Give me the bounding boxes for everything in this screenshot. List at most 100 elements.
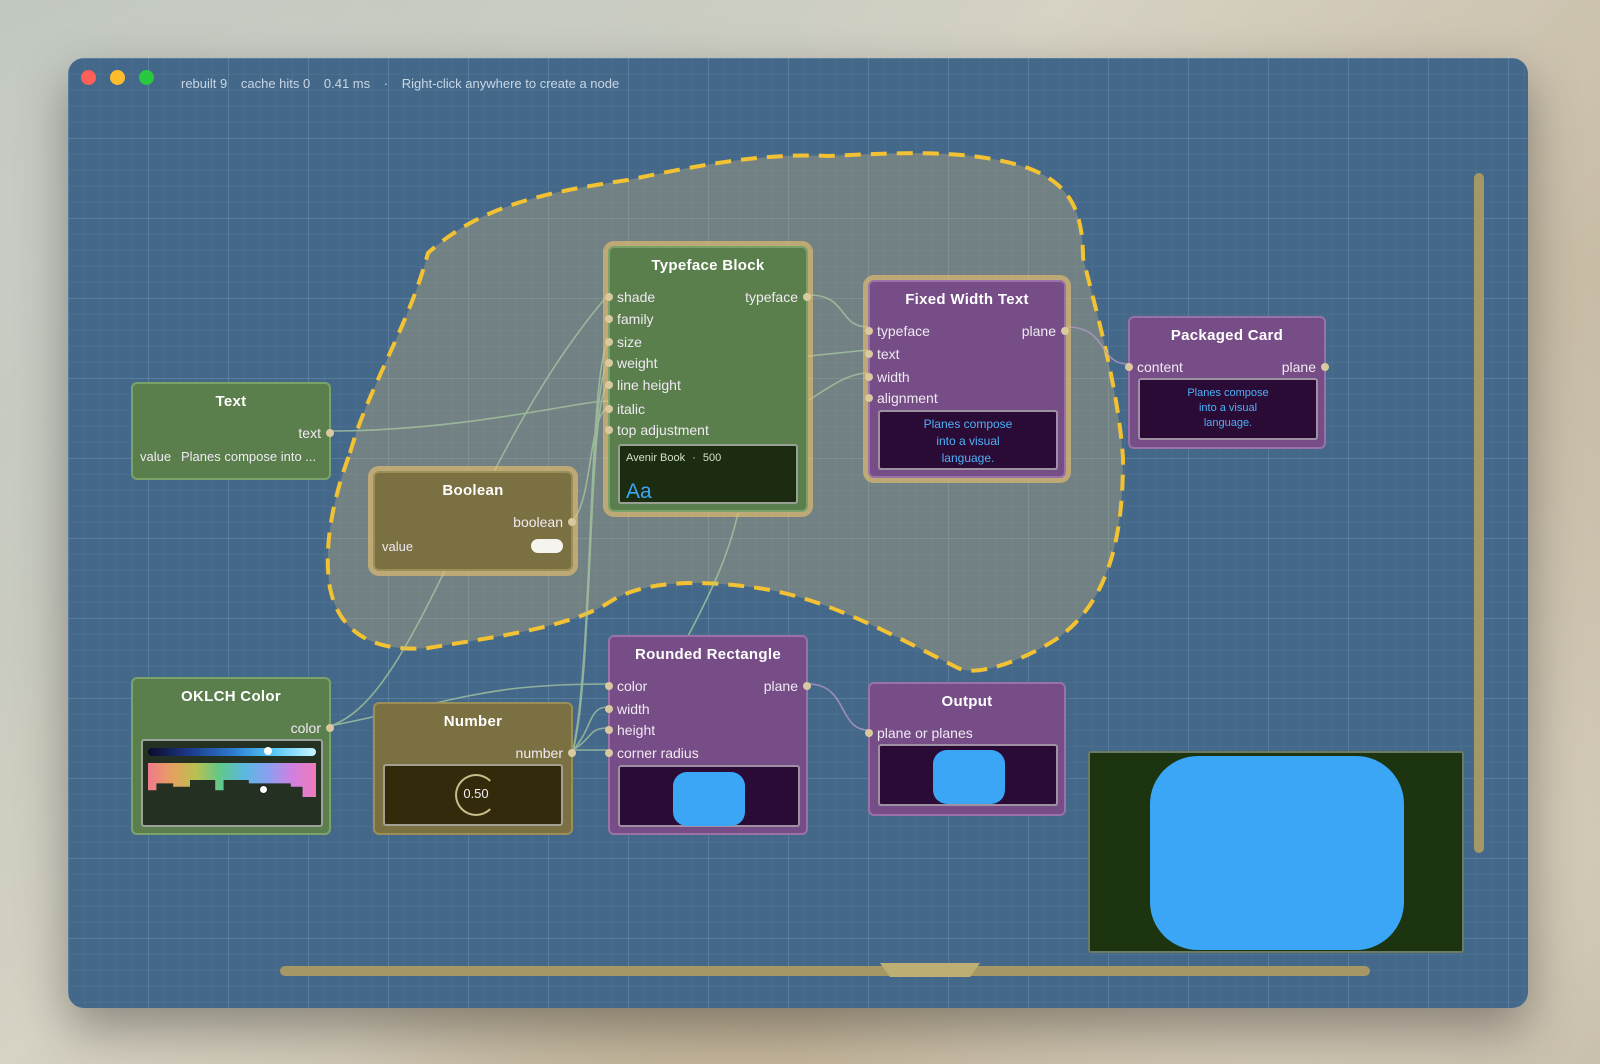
port-top-adjustment: top adjustment xyxy=(617,422,709,438)
port-plane-out: plane xyxy=(1281,359,1316,375)
horizontal-scrollbar-thumb[interactable] xyxy=(880,963,980,977)
output-socket[interactable] xyxy=(1061,327,1069,335)
preview-font-weight: 500 xyxy=(702,452,722,464)
node-text[interactable]: Text text value Planes compose into ... xyxy=(131,382,334,480)
port-shade: shade xyxy=(617,289,656,305)
port-width: width xyxy=(617,701,650,717)
output-socket[interactable] xyxy=(568,518,576,526)
color-picker[interactable] xyxy=(141,739,323,827)
hue-slider[interactable] xyxy=(148,748,316,756)
port-text: text xyxy=(877,346,900,362)
port-family: family xyxy=(617,311,654,327)
output-socket[interactable] xyxy=(803,293,811,301)
input-socket[interactable] xyxy=(865,373,873,381)
port-color: color xyxy=(617,678,648,694)
boolean-toggle[interactable] xyxy=(531,539,563,553)
port-text-out: text xyxy=(298,425,321,441)
node-number[interactable]: Number number 0.50 xyxy=(373,702,576,835)
input-socket[interactable] xyxy=(605,293,613,301)
preview-sample: Aa xyxy=(626,480,652,503)
node-title: Number xyxy=(443,713,503,730)
input-socket[interactable] xyxy=(605,381,613,389)
output-socket[interactable] xyxy=(326,429,334,437)
shape-preview xyxy=(618,765,800,827)
port-typeface-out: typeface xyxy=(745,289,798,305)
output-socket[interactable] xyxy=(803,682,811,690)
input-socket[interactable] xyxy=(605,705,613,713)
typeface-preview: Avenir Book · 500 Aa xyxy=(618,444,798,504)
node-fixed-width-text[interactable]: Fixed Width Text typeface text width ali… xyxy=(865,280,1069,478)
preview-font-name: Avenir Book xyxy=(626,452,686,464)
input-socket[interactable] xyxy=(605,338,613,346)
input-socket[interactable] xyxy=(605,749,613,757)
number-value: 0.50 xyxy=(463,786,489,801)
preview-line: language. xyxy=(941,451,995,465)
input-socket[interactable] xyxy=(605,426,613,434)
output-socket[interactable] xyxy=(326,724,334,732)
preview-line: Planes compose xyxy=(1187,387,1269,399)
port-plane-or-planes: plane or planes xyxy=(877,725,973,741)
input-socket[interactable] xyxy=(1125,363,1133,371)
node-boolean[interactable]: Boolean boolean value xyxy=(373,471,576,571)
preview-line: language. xyxy=(1203,417,1253,429)
input-socket[interactable] xyxy=(605,682,613,690)
input-socket[interactable] xyxy=(605,359,613,367)
node-title: Rounded Rectangle xyxy=(635,646,781,663)
node-title: Output xyxy=(941,693,993,710)
port-size: size xyxy=(617,334,642,350)
node-title: Boolean xyxy=(442,482,504,499)
input-socket[interactable] xyxy=(865,394,873,402)
text-preview: Planes compose into a visual language. xyxy=(878,410,1058,470)
horizontal-scrollbar[interactable] xyxy=(280,963,1370,977)
value-label: value xyxy=(382,539,414,554)
input-socket[interactable] xyxy=(605,315,613,323)
port-boolean-out: boolean xyxy=(513,514,563,530)
node-oklch-color[interactable]: OKLCH Color color xyxy=(131,677,334,835)
value-label: value xyxy=(140,449,172,464)
port-number-out: number xyxy=(515,745,563,761)
card-preview: Planes compose into a visual language. xyxy=(1138,378,1318,440)
output-socket[interactable] xyxy=(568,749,576,757)
wire-rect-to-output xyxy=(807,683,869,731)
chroma-lightness-area[interactable] xyxy=(148,763,316,797)
input-socket[interactable] xyxy=(865,729,873,737)
wire-number-to-height xyxy=(572,727,609,751)
node-title: Packaged Card xyxy=(1170,327,1284,344)
input-socket[interactable] xyxy=(865,350,873,358)
node-title: Fixed Width Text xyxy=(905,291,1029,308)
port-color-out: color xyxy=(290,720,321,736)
node-title: Typeface Block xyxy=(651,257,765,274)
hue-slider-handle[interactable] xyxy=(264,747,272,755)
color-picker-handle[interactable] xyxy=(259,785,268,794)
preview-separator: · xyxy=(692,452,696,464)
port-corner-radius: corner radius xyxy=(617,745,699,761)
output-preview xyxy=(878,744,1058,806)
port-typeface: typeface xyxy=(877,323,930,339)
port-plane-out: plane xyxy=(1021,323,1056,339)
preview-line: into a visual xyxy=(936,434,1000,448)
port-plane-out: plane xyxy=(763,678,798,694)
port-height: height xyxy=(617,722,656,738)
output-socket[interactable] xyxy=(1321,363,1329,371)
port-italic: italic xyxy=(617,401,646,417)
port-alignment: alignment xyxy=(877,390,938,406)
node-rounded-rectangle[interactable]: Rounded Rectangle color width height cor… xyxy=(605,635,811,835)
node-title: OKLCH Color xyxy=(181,688,281,705)
input-socket[interactable] xyxy=(605,726,613,734)
output-preview-shape xyxy=(933,750,1005,804)
port-content: content xyxy=(1137,359,1183,375)
render-output-canvas xyxy=(1088,751,1464,953)
port-weight: weight xyxy=(617,355,658,371)
vertical-scrollbar[interactable] xyxy=(1474,173,1484,853)
preview-line: Planes compose xyxy=(923,417,1013,431)
node-packaged-card[interactable]: Packaged Card content plane Planes compo… xyxy=(1125,316,1329,449)
preview-line: into a visual xyxy=(1198,402,1258,414)
port-line-height: line height xyxy=(617,377,681,393)
text-value-field[interactable]: Planes compose into ... xyxy=(181,449,316,464)
node-typeface-block[interactable]: Typeface Block shade family size weight … xyxy=(605,246,811,512)
port-width: width xyxy=(877,369,910,385)
rounded-rect-preview-shape xyxy=(673,772,745,826)
input-socket[interactable] xyxy=(605,405,613,413)
node-output[interactable]: Output plane or planes xyxy=(865,682,1066,816)
input-socket[interactable] xyxy=(865,327,873,335)
